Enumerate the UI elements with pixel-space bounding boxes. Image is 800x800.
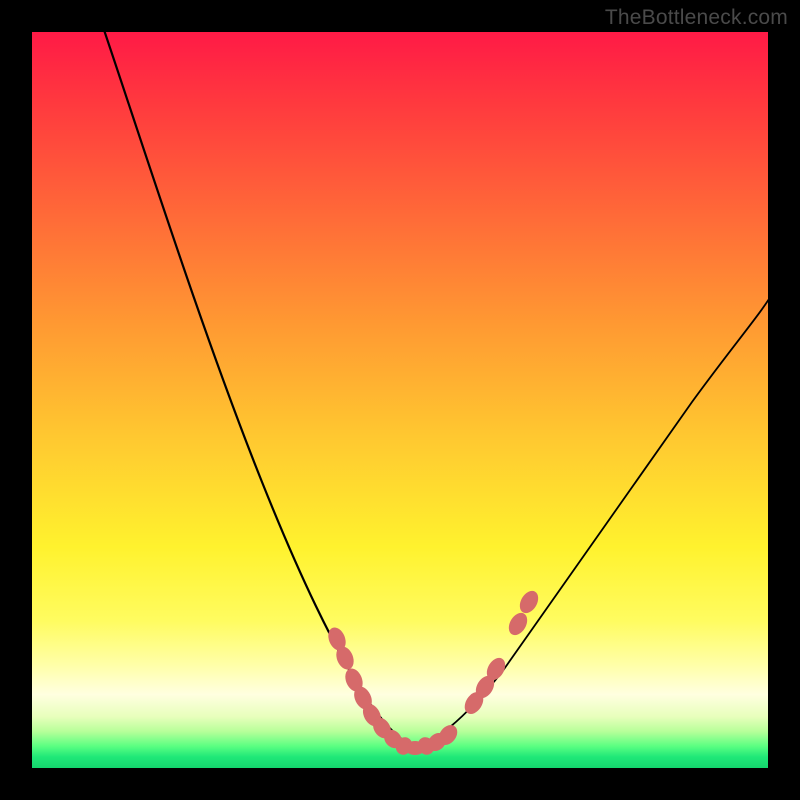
plot-area — [32, 32, 768, 768]
watermark-text: TheBottleneck.com — [605, 6, 788, 30]
left-branch-curve — [102, 32, 415, 747]
marker-dot — [516, 588, 542, 617]
marker-group — [325, 588, 542, 758]
marker-dot — [505, 610, 531, 639]
right-branch-curve — [415, 294, 768, 747]
chart-frame: TheBottleneck.com — [0, 0, 800, 800]
curve-layer — [32, 32, 768, 768]
